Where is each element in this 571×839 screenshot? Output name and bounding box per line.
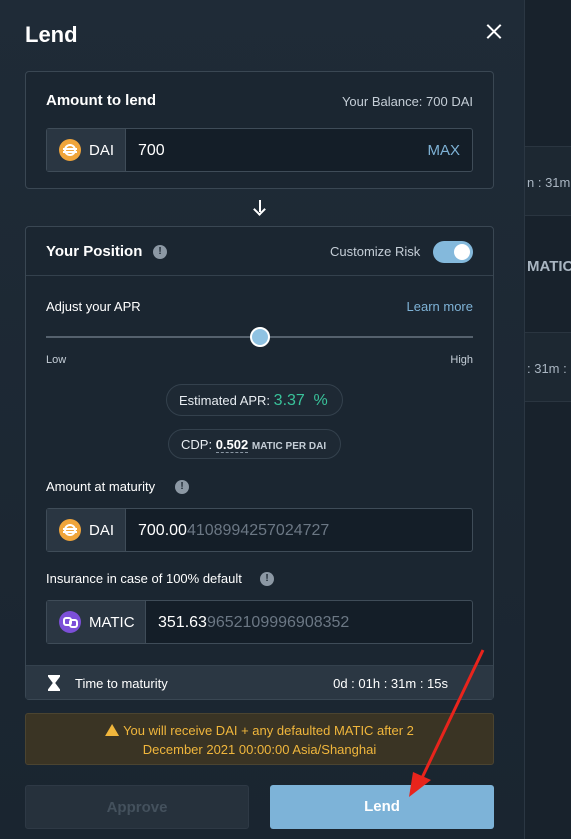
balance-text: Your Balance: 700 DAI	[341, 94, 473, 109]
insurance-label: Insurance in case of 100% default	[46, 571, 242, 586]
learn-more-link[interactable]: Learn more	[407, 299, 473, 314]
token-name: DAI	[89, 141, 115, 159]
maturity-field: DAI 700.004108994257024727	[46, 508, 473, 552]
insurance-value-main: 351.63	[158, 614, 207, 631]
token-selector: MATIC	[47, 601, 146, 643]
warning-line2: December 2021 00:00:00 Asia/Shanghai	[142, 742, 377, 757]
amount-value[interactable]: 700	[138, 142, 165, 160]
info-icon[interactable]: !	[260, 572, 274, 586]
position-title: Your Position	[46, 243, 143, 260]
info-icon[interactable]: !	[153, 245, 167, 259]
background-timer-text: n : 31m :	[527, 175, 571, 190]
dai-icon	[59, 139, 81, 161]
token-selector: DAI	[47, 129, 126, 171]
maturity-value-main: 700.00	[138, 522, 187, 539]
adjust-apr-label: Adjust your APR	[46, 299, 141, 314]
insurance-value-rest: 9652109996908352	[206, 614, 350, 631]
amount-input[interactable]: DAI 700 MAX	[46, 128, 473, 172]
maturity-label: Amount at maturity	[46, 479, 156, 494]
dai-icon	[59, 519, 81, 541]
arrow-down-icon	[253, 199, 267, 215]
estimated-apr-value: 3.37	[273, 392, 305, 409]
token-selector: DAI	[47, 509, 126, 551]
token-name: DAI	[89, 521, 115, 539]
warning-line1: You will receive DAI + any defaulted MAT…	[123, 723, 414, 738]
customize-risk-label: Customize Risk	[330, 244, 421, 259]
modal-title: Lend	[25, 22, 78, 47]
maturity-value: 700.004108994257024727	[138, 522, 329, 540]
divider	[26, 275, 493, 276]
insurance-field: MATIC 351.639652109996908352	[46, 600, 473, 644]
time-to-maturity-bar: Time to maturity 0d : 01h : 31m : 15s	[26, 665, 493, 699]
maturity-value-rest: 4108994257024727	[186, 522, 330, 539]
hourglass-icon	[48, 675, 60, 691]
matic-icon	[59, 611, 81, 633]
background-timer-text: : 31m :	[527, 361, 567, 376]
max-button[interactable]: MAX	[427, 142, 460, 159]
cdp-value[interactable]: 0.502	[215, 437, 249, 453]
background-app: n : 31m : MATIC : 31m :	[525, 0, 571, 839]
token-name: MATIC	[89, 613, 135, 631]
slider-high-label: High	[450, 354, 473, 366]
insurance-value: 351.639652109996908352	[158, 614, 349, 632]
background-row: n : 31m :	[525, 146, 571, 216]
warning-icon	[105, 724, 119, 736]
background-token-text: MATIC	[527, 258, 571, 275]
customize-risk-toggle[interactable]	[433, 241, 473, 263]
estimated-apr-label: Estimated APR:	[179, 393, 271, 408]
maturity-warning: You will receive DAI + any defaulted MAT…	[25, 713, 494, 765]
slider-low-label: Low	[46, 354, 67, 366]
amount-label: Amount to lend	[46, 92, 156, 109]
close-icon[interactable]	[482, 20, 506, 44]
cdp-pill: CDP: 0.502 MATIC PER DAI	[168, 429, 342, 459]
time-label: Time to maturity	[75, 676, 168, 691]
background-row: : 31m :	[525, 332, 571, 402]
lend-modal: Lend Amount to lend Your Balance: 700 DA…	[0, 0, 525, 839]
cdp-label: CDP:	[181, 437, 213, 452]
info-icon[interactable]: !	[175, 480, 189, 494]
position-card: Your Position ! Customize Risk Adjust yo…	[25, 226, 494, 700]
lend-button[interactable]: Lend	[270, 785, 494, 829]
estimated-apr-unit: %	[313, 392, 328, 409]
estimated-apr-pill: Estimated APR: 3.37 %	[166, 384, 343, 416]
cdp-unit: MATIC PER DAI	[251, 441, 327, 452]
approve-button[interactable]: Approve	[25, 785, 249, 829]
toggle-knob	[454, 244, 470, 260]
apr-slider-thumb[interactable]	[249, 327, 270, 347]
time-value: 0d : 01h : 31m : 15s	[333, 676, 448, 691]
amount-card: Amount to lend Your Balance: 700 DAI DAI…	[25, 71, 494, 189]
